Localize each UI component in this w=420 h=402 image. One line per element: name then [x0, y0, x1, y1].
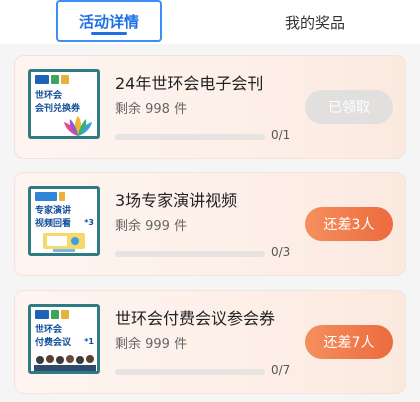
tab-active-indicator — [91, 32, 127, 35]
thumbnail-line1: 世环会 — [35, 325, 63, 335]
thumbnail-line1: 世环会 — [35, 91, 63, 101]
thumbnail-badge: *3 — [84, 218, 94, 227]
reward-name: 3场专家演讲视频 — [115, 191, 238, 210]
reward-card: 世环会 付费会议 *1 世环会付费会议参会券 剩余 999 件 0/7 还差7人 — [14, 290, 406, 394]
tab-bar: 活动详情 我的奖品 — [0, 0, 420, 44]
audience-icon — [34, 355, 96, 371]
reward-remaining: 剩余 999 件 — [115, 337, 188, 352]
reward-name: 24年世环会电子会刊 — [115, 74, 264, 93]
lotus-icon — [64, 116, 92, 136]
reward-remaining: 剩余 999 件 — [115, 219, 188, 234]
reward-card: 世环会 会刊兑换券 24年世环会电子会刊 剩余 998 件 0/1 已领取 — [14, 55, 406, 159]
expo-logo-icon — [35, 310, 71, 319]
claimed-button[interactable]: 已领取 — [305, 90, 393, 124]
progress-count: 0/3 — [271, 245, 291, 259]
tab-activity-details[interactable]: 活动详情 — [56, 0, 162, 42]
invite-more-button[interactable]: 还差7人 — [305, 325, 393, 359]
progress-bar — [115, 134, 265, 140]
reward-name: 世环会付费会议参会券 — [115, 309, 276, 328]
reward-thumbnail: 世环会 会刊兑换券 — [28, 69, 100, 139]
progress-bar — [115, 369, 265, 375]
reward-card: 专家演讲 视频回看 *3 3场专家演讲视频 剩余 999 件 0/3 还差3人 — [14, 172, 406, 276]
progress-bar — [115, 251, 265, 257]
progress-count: 0/7 — [271, 363, 291, 377]
invite-more-button[interactable]: 还差3人 — [305, 207, 393, 241]
thumbnail-badge: *1 — [84, 337, 94, 346]
video-lecture-icon — [43, 233, 85, 252]
expo-logo-icon — [35, 75, 71, 84]
tab-activity-details-label: 活动详情 — [78, 12, 139, 31]
reward-thumbnail: 专家演讲 视频回看 *3 — [28, 186, 100, 256]
tab-my-prizes-label: 我的奖品 — [284, 13, 345, 32]
thumbnail-line1: 专家演讲 — [35, 206, 72, 216]
expo-logo-icon — [35, 192, 71, 201]
progress-count: 0/1 — [271, 128, 291, 142]
reward-thumbnail: 世环会 付费会议 *1 — [28, 304, 100, 374]
tab-my-prizes[interactable]: 我的奖品 — [255, 0, 375, 44]
reward-remaining: 剩余 998 件 — [115, 102, 188, 117]
